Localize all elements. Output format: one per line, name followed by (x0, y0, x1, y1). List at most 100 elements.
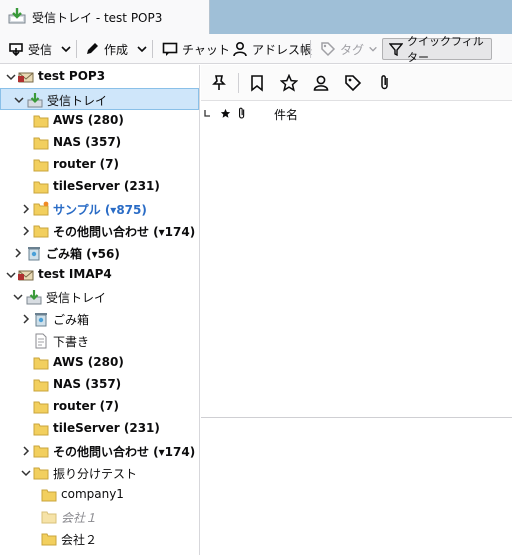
folder-sample[interactable]: サンプル (▾875) (0, 198, 199, 220)
chevron-down-icon[interactable] (14, 95, 24, 105)
folder-nas[interactable]: NAS (357) (0, 132, 199, 154)
drafts-icon (35, 333, 47, 349)
inbox-icon (27, 93, 43, 108)
account-test-imap4[interactable]: test IMAP4 (0, 264, 199, 286)
chevron-down-icon (368, 44, 378, 54)
chevron-down-icon[interactable] (13, 292, 23, 302)
account-test-pop3[interactable]: test POP3 (0, 66, 199, 88)
attachment-column-icon[interactable] (237, 107, 247, 120)
folder-icon (33, 423, 49, 436)
message-list-header: 件名 (201, 103, 512, 125)
folder-icon (41, 533, 57, 546)
folder-icon (33, 467, 49, 480)
folder-tileserver[interactable]: tileServer (231) (0, 176, 199, 198)
folder-trash-pop3[interactable]: ごみ箱 (▾56) (0, 242, 199, 264)
folder-other-inquiries[interactable]: その他問い合わせ (▾174) (0, 220, 199, 242)
folder-icon (33, 379, 49, 392)
chat-button[interactable]: チャット (162, 38, 230, 60)
folder-other-inquiries-imap[interactable]: その他問い合わせ (▾174) (0, 440, 199, 462)
folder-aws[interactable]: AWS (280) (0, 110, 199, 132)
folder-trash-imap[interactable]: ごみ箱 (0, 308, 199, 330)
get-mail-button[interactable]: 受信 (8, 38, 52, 60)
tag-label: タグ (340, 42, 365, 57)
folder-icon (41, 511, 57, 524)
tag-icon[interactable] (344, 74, 362, 92)
folder-label: NAS (357) (53, 377, 122, 391)
folder-icon (33, 357, 49, 370)
folder-aws-imap[interactable]: AWS (280) (0, 352, 199, 374)
folder-label: その他問い合わせ (▾174) (53, 445, 196, 459)
chevron-right-icon[interactable] (21, 314, 31, 324)
folder-pane: test POP3 受信トレイ AWS (280) NAS (357) rout… (0, 65, 200, 555)
star-icon[interactable] (280, 74, 298, 92)
folder-label: test IMAP4 (38, 267, 112, 281)
folder-new-mail-icon (33, 201, 49, 216)
folder-tileserver-imap[interactable]: tileServer (231) (0, 418, 199, 440)
tab-inbox[interactable]: 受信トレイ - test POP3 (0, 0, 210, 34)
folder-inbox-imap[interactable]: 受信トレイ (0, 286, 199, 308)
folder-label: 受信トレイ (46, 291, 107, 305)
chat-icon (162, 41, 178, 57)
folder-label: router (7) (53, 157, 119, 171)
folder-label: サンプル (▾875) (53, 203, 147, 217)
pencil-icon (84, 41, 100, 57)
folder-label: 振り分けテスト (53, 467, 138, 481)
folder-label: 会社２ (61, 533, 98, 547)
chevron-down-icon[interactable] (21, 468, 31, 478)
folder-kaisha1[interactable]: 会社１ (0, 506, 199, 528)
message-list-pane: 件名 (201, 65, 512, 417)
address-book-button[interactable]: アドレス帳 (232, 38, 312, 60)
toolbar-separator (76, 40, 77, 58)
filter-icon (389, 42, 403, 56)
folder-icon (33, 115, 49, 128)
folder-label: ごみ箱 (53, 313, 90, 327)
chevron-right-icon[interactable] (21, 204, 31, 214)
write-label: 作成 (104, 42, 129, 57)
folder-label: その他問い合わせ (▾174) (53, 225, 196, 239)
folder-label: ごみ箱 (▾56) (46, 247, 120, 261)
folder-router-imap[interactable]: router (7) (0, 396, 199, 418)
inbox-icon (8, 7, 26, 28)
write-button[interactable]: 作成 (84, 38, 128, 60)
unread-icon[interactable] (248, 74, 266, 92)
quick-filter-button[interactable]: クイックフィルター (382, 35, 492, 64)
folder-drafts[interactable]: 下書き (0, 330, 199, 352)
chevron-down-icon (136, 43, 148, 55)
pin-icon[interactable] (210, 74, 228, 92)
chevron-right-icon[interactable] (21, 226, 31, 236)
chevron-right-icon[interactable] (21, 446, 31, 456)
get-mail-dropdown[interactable] (60, 38, 72, 60)
folder-label: 会社１ (61, 511, 98, 525)
folder-icon (33, 137, 49, 150)
folder-icon (41, 489, 57, 502)
contact-icon[interactable] (312, 74, 330, 92)
subject-column-header[interactable]: 件名 (274, 106, 298, 123)
attachment-icon[interactable] (376, 74, 394, 92)
folder-inbox-pop3[interactable]: 受信トレイ (0, 88, 199, 110)
folder-sorting-test[interactable]: 振り分けテスト (0, 462, 199, 484)
message-preview-pane (201, 417, 512, 555)
toolbar-separator (310, 40, 311, 58)
tag-icon (320, 41, 336, 57)
thread-column-icon[interactable] (204, 109, 212, 119)
trash-icon (28, 247, 40, 261)
star-column-icon[interactable] (220, 108, 231, 119)
folder-kaisha2[interactable]: 会社２ (0, 528, 199, 550)
toolbar-separator (152, 40, 153, 58)
tab-bar: 受信トレイ - test POP3 (0, 0, 512, 34)
folder-label: tileServer (231) (53, 179, 160, 193)
write-dropdown[interactable] (136, 38, 148, 60)
folder-company1[interactable]: company1 (0, 484, 199, 506)
folder-nas-imap[interactable]: NAS (357) (0, 374, 199, 396)
tag-button[interactable]: タグ (320, 38, 378, 60)
get-mail-label: 受信 (28, 42, 53, 57)
chevron-down-icon[interactable] (6, 72, 16, 82)
chevron-right-icon[interactable] (13, 248, 23, 258)
folder-router[interactable]: router (7) (0, 154, 199, 176)
folder-label: AWS (280) (53, 113, 124, 127)
mail-account-icon (18, 72, 34, 83)
chevron-down-icon[interactable] (6, 270, 16, 280)
folder-icon (33, 401, 49, 414)
quick-filter-bar (201, 65, 512, 101)
tab-title: 受信トレイ - test POP3 (32, 10, 163, 25)
